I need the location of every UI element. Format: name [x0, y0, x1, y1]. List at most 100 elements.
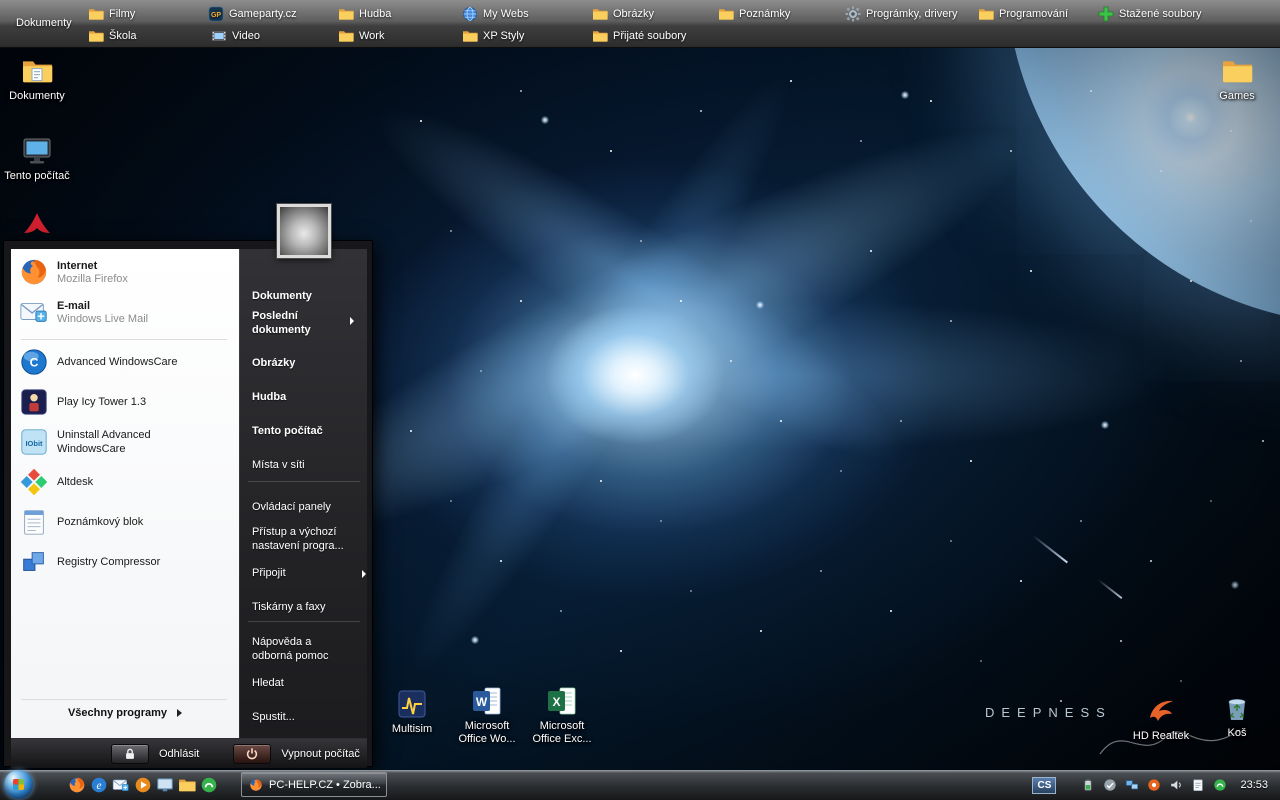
- start-place-dokumenty[interactable]: Dokumenty: [252, 289, 360, 303]
- gear-icon: [845, 6, 861, 22]
- quicklaunch-internet-explorer[interactable]: [90, 776, 108, 794]
- start-help-hledat[interactable]: Hledat: [252, 676, 360, 690]
- start-menu-left-panel: Internet Mozilla Firefox E-mail Windows …: [11, 249, 239, 738]
- media-player-icon: [134, 776, 152, 794]
- quicklaunch-mail[interactable]: [112, 776, 130, 794]
- folder-documents-icon: [21, 55, 53, 87]
- start-pinned-email[interactable]: E-mail Windows Live Mail: [19, 297, 231, 327]
- start-place-tento-pocitac[interactable]: Tento počítač: [252, 424, 360, 438]
- arrow-right-icon: [362, 570, 366, 578]
- desktop-icon-label: Multisim: [392, 723, 432, 736]
- start-item-label: Nápověda a odborná pomoc: [252, 636, 328, 662]
- usb-safely-remove-icon[interactable]: [1102, 778, 1117, 793]
- toolbar-item-video[interactable]: Video: [211, 26, 260, 46]
- start-place-hudba[interactable]: Hudba: [252, 390, 360, 404]
- start-help-spustit[interactable]: Spustit...: [252, 710, 360, 724]
- computer-icon: [21, 135, 53, 167]
- firefox-icon: [68, 776, 86, 794]
- pinned-item-app: Windows Live Mail: [57, 313, 148, 325]
- toolbar-item-filmy[interactable]: Filmy: [88, 4, 135, 24]
- desktop-icon-label: Microsoft Office Wo...: [451, 720, 523, 746]
- desktop-icon-tento-pocitac[interactable]: Tento počítač: [1, 135, 73, 183]
- altdesk-icon: [19, 467, 49, 497]
- desktop-screen: DEEPNESS Dokumenty Tento počítač Games M…: [0, 0, 1280, 800]
- volume-icon[interactable]: [1168, 778, 1183, 793]
- shutdown-label[interactable]: Vypnout počítač: [281, 748, 359, 760]
- start-item-label: Obrázky: [252, 357, 295, 369]
- toolbar-item-work[interactable]: Work: [338, 26, 384, 46]
- network-icon[interactable]: [1124, 778, 1139, 793]
- start-recent-altdesk[interactable]: Altdesk: [19, 467, 231, 497]
- folder-icon: [1221, 55, 1253, 87]
- desktop-icon-games[interactable]: Games: [1201, 55, 1273, 103]
- start-item-label: Play Icy Tower 1.3: [57, 395, 146, 409]
- toolbar-item-poznamky[interactable]: Poznámky: [718, 4, 790, 24]
- taskbar-task-pc-help[interactable]: PC-HELP.CZ • Zobra...: [241, 772, 387, 797]
- desktop-icon-word[interactable]: Microsoft Office Wo...: [451, 685, 523, 746]
- desktop-icon-multisim[interactable]: Multisim: [376, 688, 448, 736]
- battery-icon[interactable]: [1080, 778, 1095, 793]
- desktop-icon-label: Dokumenty: [9, 90, 65, 103]
- realtek-icon: [1145, 695, 1177, 727]
- toolbar-item-prijate-soubory[interactable]: Přijaté soubory: [592, 26, 686, 46]
- desktop-icon-excel[interactable]: Microsoft Office Exc...: [526, 685, 598, 746]
- all-programs-button[interactable]: Všechny programy: [11, 707, 239, 719]
- toolbar-item-label: Video: [232, 30, 260, 42]
- toolbar-item-obrazky[interactable]: Obrázky: [592, 4, 654, 24]
- toolbar-item-dokumenty[interactable]: Dokumenty: [16, 17, 72, 29]
- toolbar-item-hudba[interactable]: Hudba: [338, 4, 391, 24]
- toolbar-item-stazene-soubory[interactable]: Stažené soubory: [1098, 4, 1202, 24]
- start-menu-footer: Odhlásit Vypnout počítač: [11, 738, 367, 768]
- desktop-icon-recycle-bin[interactable]: Koš: [1201, 692, 1273, 740]
- start-item-label: Poslední dokumenty: [252, 310, 311, 336]
- all-programs-label: Všechny programy: [68, 707, 167, 719]
- antivirus-icon[interactable]: [1146, 778, 1161, 793]
- toolbar-item-programovani[interactable]: Programování: [978, 4, 1068, 24]
- desktop-icon-adobe[interactable]: [20, 210, 54, 242]
- toolbar-item-skola[interactable]: Škola: [88, 26, 137, 46]
- filmstrip-icon: [211, 28, 227, 44]
- start-recent-windowscare[interactable]: Advanced WindowsCare: [19, 347, 231, 377]
- firefox-icon: [249, 778, 263, 792]
- quicklaunch-folder[interactable]: [178, 776, 196, 794]
- mail-icon: [112, 776, 130, 794]
- clipboard-icon[interactable]: [1190, 778, 1205, 793]
- start-system-pripojit[interactable]: Připojit: [252, 566, 360, 580]
- quicklaunch-firefox[interactable]: [68, 776, 86, 794]
- language-indicator[interactable]: CS: [1032, 777, 1056, 794]
- start-recent-icy-tower[interactable]: Play Icy Tower 1.3: [19, 387, 231, 417]
- start-recent-poznamkovy-blok[interactable]: Poznámkový blok: [19, 507, 231, 537]
- start-pinned-internet[interactable]: Internet Mozilla Firefox: [19, 257, 231, 287]
- desktop-icon-label: Microsoft Office Exc...: [526, 720, 598, 746]
- start-system-ovladaci-panely[interactable]: Ovládací panely: [252, 500, 360, 514]
- firefox-icon: [19, 257, 49, 287]
- toolbar-item-gameparty[interactable]: Gameparty.cz: [208, 4, 297, 24]
- arrow-right-icon: [177, 709, 182, 717]
- logoff-label[interactable]: Odhlásit: [159, 748, 199, 760]
- folder-icon: [88, 6, 104, 22]
- messenger-icon[interactable]: [1212, 778, 1227, 793]
- toolbar-item-my-webs[interactable]: My Webs: [462, 4, 529, 24]
- start-place-obrazky[interactable]: Obrázky: [252, 356, 360, 370]
- start-recent-uninstall-windowscare[interactable]: Uninstall Advanced WindowsCare: [19, 427, 231, 457]
- start-item-label: Místa v síti: [252, 459, 305, 471]
- start-button[interactable]: [4, 770, 33, 799]
- logoff-button[interactable]: [111, 744, 149, 764]
- quicklaunch-show-desktop[interactable]: [156, 776, 174, 794]
- desktop-icon-realtek[interactable]: HD Realtek: [1125, 695, 1197, 743]
- start-place-mista-v-siti[interactable]: Místa v síti: [252, 458, 360, 472]
- desktop-icon-dokumenty[interactable]: Dokumenty: [1, 55, 73, 103]
- user-avatar[interactable]: [277, 204, 331, 258]
- shutdown-button[interactable]: [233, 744, 271, 764]
- quicklaunch-messenger[interactable]: [200, 776, 218, 794]
- start-system-tiskarny-faxy[interactable]: Tiskárny a faxy: [252, 600, 360, 614]
- start-recent-registry-compressor[interactable]: Registry Compressor: [19, 547, 231, 577]
- toolbar-item-programky-drivery[interactable]: Prográmky, drivery: [845, 4, 957, 24]
- lock-icon: [123, 747, 137, 761]
- internet-explorer-icon: [90, 776, 108, 794]
- start-system-pristup-nastaveni[interactable]: Přístup a výchozí nastavení progra...: [252, 525, 356, 553]
- start-help-napoveda[interactable]: Nápověda a odborná pomoc: [252, 635, 336, 663]
- toolbar-item-xp-styly[interactable]: XP Styly: [462, 26, 524, 46]
- quicklaunch-media-player[interactable]: [134, 776, 152, 794]
- start-place-posledni-dokumenty[interactable]: Poslední dokumenty: [252, 309, 330, 337]
